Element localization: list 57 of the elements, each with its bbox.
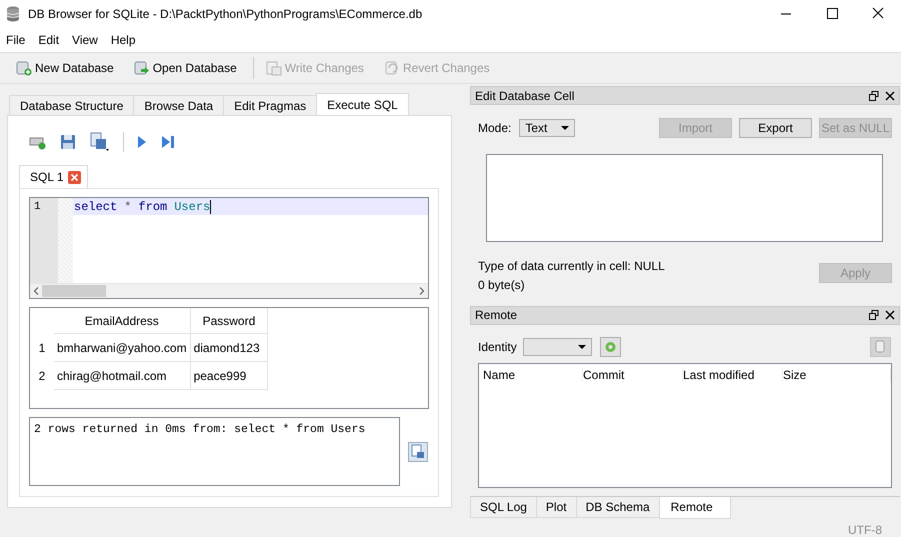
- scrollbar-thumb[interactable]: [42, 285, 106, 297]
- mode-dropdown[interactable]: Text: [519, 119, 576, 138]
- menu-item[interactable]: Edit: [38, 33, 66, 47]
- identity-label: Identity: [478, 340, 517, 354]
- close-icon[interactable]: [885, 90, 895, 101]
- table-cell[interactable]: peace999: [190, 362, 268, 390]
- column-header[interactable]: Commit: [583, 368, 683, 382]
- database-add-icon: [16, 60, 32, 76]
- column-header[interactable]: Size: [783, 368, 891, 382]
- toolbar-button[interactable]: New Database: [14, 58, 116, 78]
- sql-editor[interactable]: 1 select * from Users: [29, 197, 429, 299]
- encoding-text: UTF-8: [848, 522, 882, 537]
- cell-editor[interactable]: [486, 154, 883, 242]
- scroll-right-icon[interactable]: [419, 287, 425, 295]
- menu-item[interactable]: Help: [110, 33, 143, 47]
- table-cell[interactable]: chirag@hotmail.com: [54, 362, 190, 390]
- message-text: 2 rows returned in 0ms from: select * from Users: [29, 417, 400, 486]
- export-icon[interactable]: [408, 442, 428, 462]
- menu-item[interactable]: View: [72, 33, 105, 47]
- panel-title: Edit Database Cell: [475, 88, 576, 103]
- code-token: select: [74, 200, 118, 214]
- toolbar-button[interactable]: Open Database: [132, 58, 239, 78]
- column-header[interactable]: EmailAddress: [54, 308, 190, 334]
- skip-forward-icon[interactable]: [160, 134, 176, 150]
- size-text: 0 byte(s): [478, 278, 526, 292]
- save-icon: [266, 60, 282, 76]
- tab[interactable]: SQL 1: [19, 165, 88, 188]
- line-number: 1: [34, 201, 42, 213]
- app-icon: [6, 6, 20, 22]
- menu-item[interactable]: File: [6, 33, 32, 47]
- tab[interactable]: SQL Log: [470, 496, 537, 518]
- scroll-left-icon[interactable]: [33, 287, 39, 295]
- code-token: Users: [174, 200, 210, 214]
- tab[interactable]: Remote: [658, 496, 731, 519]
- revert-icon: [384, 60, 400, 76]
- table-cell[interactable]: bmharwani@yahoo.com: [54, 334, 190, 362]
- float-icon[interactable]: [869, 310, 879, 320]
- column-header[interactable]: Password: [190, 308, 268, 334]
- button[interactable]: Export: [739, 118, 812, 138]
- code-token: *: [124, 200, 132, 214]
- close-icon[interactable]: [885, 310, 895, 320]
- mode-label: Mode:: [478, 121, 512, 136]
- column-header[interactable]: Last modified: [683, 368, 783, 382]
- table-cell[interactable]: diamond123: [190, 334, 268, 362]
- tab[interactable]: Database Structure: [9, 95, 134, 115]
- database-open-icon: [134, 60, 150, 76]
- tab[interactable]: Execute SQL: [316, 93, 409, 115]
- tab[interactable]: Edit Pragmas: [223, 95, 318, 115]
- code-token: from: [138, 200, 168, 214]
- type-info-text: Type of data currently in cell: NULL: [478, 258, 665, 273]
- play-icon[interactable]: [136, 134, 148, 150]
- column-header[interactable]: Name: [483, 368, 583, 382]
- save-as-icon[interactable]: [89, 132, 111, 152]
- window-title: DB Browser for SQLite - D:\PacktPython\PythonPrograms\ECommerce.db: [28, 7, 422, 21]
- panel-title: Remote: [475, 308, 518, 322]
- save-icon[interactable]: [59, 133, 77, 151]
- float-icon[interactable]: [869, 90, 879, 101]
